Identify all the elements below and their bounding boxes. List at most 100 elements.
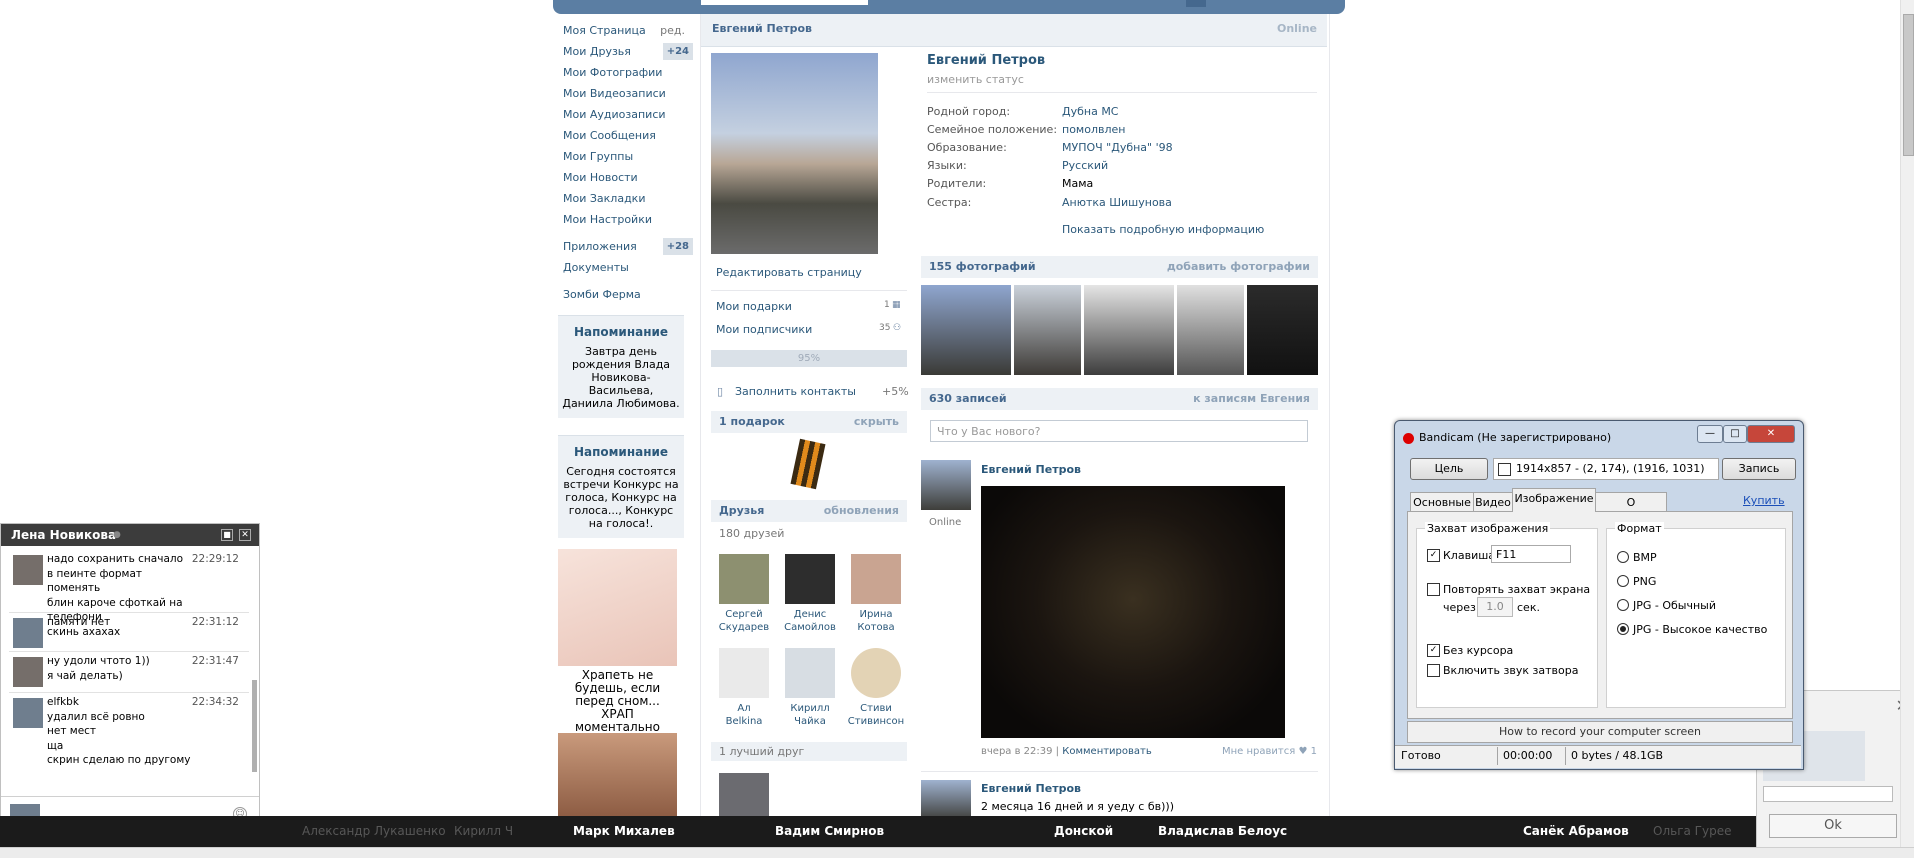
pin-icon[interactable]: ■ bbox=[221, 529, 233, 541]
post-time[interactable]: вчера в 22:39 bbox=[981, 746, 1053, 757]
menu-item-friends[interactable]: Мои Друзья +24 bbox=[553, 41, 693, 62]
best-friend-photo[interactable] bbox=[719, 773, 769, 818]
menu-item-news[interactable]: Мои Новости bbox=[553, 167, 693, 188]
tab-general[interactable]: Основные bbox=[1410, 492, 1474, 513]
friend-card[interactable]: Кирилл Чайка bbox=[780, 648, 840, 728]
menu-item-docs[interactable]: Документы bbox=[553, 257, 693, 278]
menu-item-messages[interactable]: Мои Сообщения bbox=[553, 125, 693, 146]
chat-header[interactable]: Лена Новикова ● ■ ✕ bbox=[1, 524, 259, 546]
comment-link[interactable]: Комментировать bbox=[1062, 746, 1152, 757]
friend-card[interactable]: Сергей Скударев bbox=[714, 554, 774, 634]
chat-tab[interactable]: Донской bbox=[1054, 816, 1113, 847]
avatar[interactable] bbox=[13, 657, 43, 687]
post-author-avatar[interactable] bbox=[921, 460, 971, 510]
maximize-button[interactable]: □ bbox=[1723, 425, 1747, 443]
change-status-link[interactable]: изменить статус bbox=[927, 73, 1024, 86]
post-author-name[interactable]: Евгений Петров bbox=[981, 463, 1081, 476]
menu-item-settings[interactable]: Мои Настройки bbox=[553, 209, 693, 230]
chat-tab[interactable]: Вадим Смирнов bbox=[775, 816, 884, 847]
menu-item-audio[interactable]: Мои Аудиозаписи bbox=[553, 104, 693, 125]
search-input[interactable] bbox=[701, 0, 868, 5]
post-author-avatar[interactable] bbox=[921, 780, 971, 820]
menu-item-photos[interactable]: Мои Фотографии bbox=[553, 62, 693, 83]
tab-image[interactable]: Изображение bbox=[1512, 488, 1596, 512]
friend-card[interactable]: Денис Самойлов bbox=[780, 554, 840, 634]
hotkey-input[interactable]: F11 bbox=[1491, 545, 1571, 563]
target-button[interactable]: Цель bbox=[1410, 458, 1488, 480]
chat-tab[interactable]: Санёк Абрамов bbox=[1523, 816, 1629, 847]
chat-tab[interactable]: Ольга Гурее bbox=[1653, 816, 1731, 847]
menu-item-bookmarks[interactable]: Мои Закладки bbox=[553, 188, 693, 209]
chat-tab[interactable]: Марк Михалев bbox=[573, 816, 675, 847]
menu-item-groups[interactable]: Мои Группы bbox=[553, 146, 693, 167]
region-field[interactable]: 1914x857 - (2, 174), (1916, 1031) bbox=[1493, 458, 1719, 480]
shutter-checkbox[interactable] bbox=[1427, 664, 1440, 677]
format-png-radio[interactable] bbox=[1617, 575, 1629, 587]
reminder-text[interactable]: Сегодня состоятся встречи Конкурс на гол… bbox=[562, 465, 680, 530]
format-jpg-high-radio[interactable] bbox=[1617, 623, 1629, 635]
wall-posts-link[interactable]: к записям Евгения bbox=[1193, 388, 1310, 410]
friend-card[interactable]: Стиви Стивинсон bbox=[846, 648, 906, 728]
post-photo[interactable] bbox=[981, 486, 1285, 738]
edit-page-link[interactable]: Редактировать страницу bbox=[716, 266, 862, 279]
photo-thumb[interactable] bbox=[1247, 285, 1318, 375]
my-gifts-link[interactable]: Мои подарки bbox=[716, 300, 792, 313]
logout-button[interactable] bbox=[1186, 0, 1206, 7]
format-jpg-normal-radio[interactable] bbox=[1617, 599, 1629, 611]
menu-item-videos[interactable]: Мои Видеозаписи bbox=[553, 83, 693, 104]
friend-card[interactable]: Ирина Котова bbox=[846, 554, 906, 634]
ok-button[interactable]: Ok bbox=[1769, 814, 1897, 838]
post-author-name[interactable]: Евгений Петров bbox=[981, 782, 1081, 795]
format-bmp-radio[interactable] bbox=[1617, 551, 1629, 563]
ad-image[interactable] bbox=[558, 549, 677, 666]
heart-icon: ♥ bbox=[1298, 746, 1308, 757]
like-button[interactable]: Мне нравится ♥ 1 bbox=[1222, 746, 1317, 757]
show-details-link[interactable]: Показать подробную информацию bbox=[1062, 223, 1264, 236]
chat-tab[interactable]: Кирилл Ч bbox=[454, 816, 513, 847]
tab-about[interactable]: О программе bbox=[1595, 492, 1667, 528]
add-photos-link[interactable]: добавить фотографии bbox=[1167, 256, 1310, 278]
chat-tab[interactable]: Владислав Белоус bbox=[1158, 816, 1287, 847]
reminder-text[interactable]: Завтра день рождения Влада Новикова-Васи… bbox=[562, 345, 680, 410]
hide-gifts-link[interactable]: скрыть bbox=[854, 411, 899, 433]
fill-contacts-link[interactable]: Заполнить контакты bbox=[735, 385, 856, 398]
ad-image-2[interactable] bbox=[558, 733, 677, 817]
photo-thumb[interactable] bbox=[1177, 285, 1244, 375]
hotkey-checkbox[interactable]: ✓ bbox=[1427, 549, 1440, 562]
photos-section-title[interactable]: 155 фотографий bbox=[929, 260, 1036, 273]
minimize-button[interactable]: — bbox=[1697, 425, 1723, 443]
chat-tab[interactable]: Александр Лукашенко bbox=[302, 816, 446, 847]
wall-post-input[interactable]: Что у Вас нового? bbox=[930, 420, 1308, 442]
buy-link[interactable]: Купить bbox=[1743, 494, 1785, 507]
friend-card[interactable]: Ал Belkina bbox=[714, 648, 774, 728]
menu-item-zombie-farm[interactable]: Зомби Ферма bbox=[553, 284, 693, 305]
menu-item-my-page[interactable]: Моя Страница ред. bbox=[553, 20, 693, 41]
record-button[interactable]: Запись bbox=[1722, 458, 1796, 480]
photo-thumb[interactable] bbox=[1014, 285, 1081, 375]
photo-thumb[interactable] bbox=[921, 285, 1011, 375]
profile-avatar[interactable] bbox=[711, 53, 878, 254]
scrollbar-thumb[interactable] bbox=[1903, 14, 1914, 156]
avatar[interactable] bbox=[13, 698, 43, 728]
friends-updates-link[interactable]: обновления bbox=[824, 500, 899, 522]
howto-link[interactable]: How to record your computer screen bbox=[1407, 721, 1793, 743]
captcha-input[interactable] bbox=[1763, 786, 1893, 802]
photo-thumb[interactable] bbox=[1084, 285, 1174, 375]
edit-link[interactable]: ред. bbox=[660, 20, 685, 41]
region-checkbox[interactable] bbox=[1498, 463, 1511, 476]
friends-section-title[interactable]: Друзья bbox=[719, 504, 764, 517]
gifts-section-title[interactable]: 1 подарок bbox=[719, 415, 785, 428]
repeat-checkbox[interactable] bbox=[1427, 583, 1440, 596]
avatar[interactable] bbox=[13, 618, 43, 648]
my-subscribers-link[interactable]: Мои подписчики bbox=[716, 323, 812, 336]
wall-section-title[interactable]: 630 записей bbox=[929, 392, 1007, 405]
no-cursor-checkbox[interactable]: ✓ bbox=[1427, 644, 1440, 657]
menu-item-apps[interactable]: Приложения +28 bbox=[553, 236, 693, 257]
page-scrollbar[interactable] bbox=[1900, 0, 1914, 857]
close-button[interactable]: ✕ bbox=[1747, 425, 1795, 443]
chat-scrollbar[interactable] bbox=[252, 680, 257, 772]
avatar[interactable] bbox=[13, 555, 43, 585]
tab-video[interactable]: Видео bbox=[1473, 492, 1513, 513]
interval-input[interactable]: 1.0 bbox=[1477, 597, 1513, 617]
close-icon[interactable]: ✕ bbox=[239, 529, 251, 541]
